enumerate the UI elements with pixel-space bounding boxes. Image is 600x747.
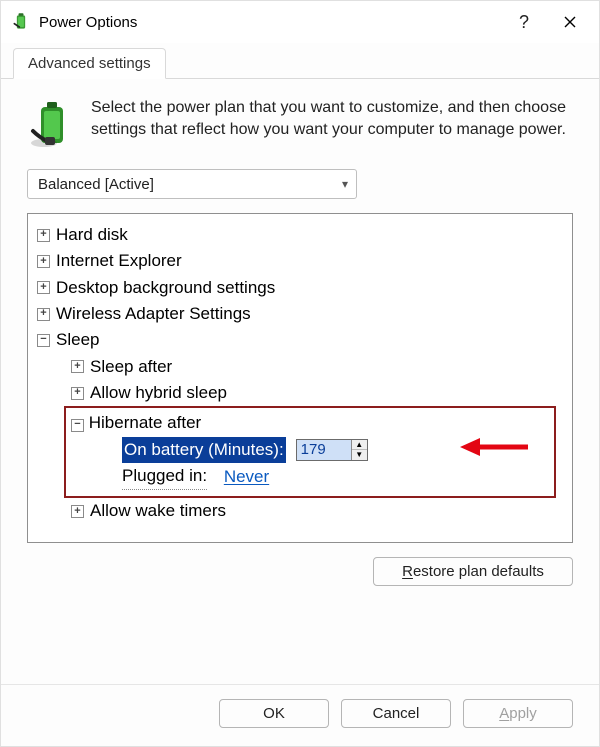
- chevron-down-icon: ▾: [342, 177, 348, 191]
- power-plan-selected: Balanced [Active]: [38, 176, 154, 193]
- expand-icon[interactable]: [37, 308, 50, 321]
- intro-text: Select the power plan that you want to c…: [91, 97, 573, 140]
- hibernate-plugged-in-row[interactable]: Plugged in: Never: [122, 463, 550, 490]
- tree-item-internet-explorer[interactable]: Internet Explorer: [34, 248, 562, 274]
- window-title: Power Options: [39, 14, 501, 31]
- power-options-window: Power Options ? Advanced settings Select…: [0, 0, 600, 747]
- tree-item-sleep[interactable]: Sleep Sleep after Allow hybrid sleep: [34, 327, 562, 524]
- settings-tree[interactable]: Hard disk Internet Explorer Desktop back…: [27, 213, 573, 543]
- collapse-icon[interactable]: [37, 334, 50, 347]
- hibernate-on-battery-row[interactable]: On battery (Minutes): ▲ ▼: [122, 437, 550, 463]
- expand-icon[interactable]: [71, 387, 84, 400]
- tree-label: Allow wake timers: [90, 498, 226, 524]
- tree-item-allow-hybrid-sleep[interactable]: Allow hybrid sleep: [68, 380, 562, 406]
- spin-up-icon[interactable]: ▲: [352, 440, 367, 451]
- spin-buttons[interactable]: ▲ ▼: [351, 440, 367, 460]
- on-battery-label: On battery (Minutes):: [122, 437, 286, 463]
- plugged-in-value[interactable]: Never: [224, 464, 269, 490]
- help-button[interactable]: ?: [501, 4, 547, 40]
- intro-row: Select the power plan that you want to c…: [27, 97, 573, 151]
- expand-icon[interactable]: [71, 360, 84, 373]
- tree-item-allow-wake-timers[interactable]: Allow wake timers: [68, 498, 562, 524]
- expand-icon[interactable]: [37, 229, 50, 242]
- plugged-in-label: Plugged in:: [122, 463, 207, 490]
- apply-button[interactable]: Apply: [463, 699, 573, 728]
- tree-label: Hard disk: [56, 222, 128, 248]
- close-button[interactable]: [547, 4, 593, 40]
- tree-label: Wireless Adapter Settings: [56, 301, 251, 327]
- tree-label: Allow hybrid sleep: [90, 380, 227, 406]
- tab-strip: Advanced settings: [1, 43, 599, 79]
- on-battery-input[interactable]: [297, 440, 351, 460]
- expand-icon[interactable]: [37, 281, 50, 294]
- tree-item-sleep-after[interactable]: Sleep after: [68, 354, 562, 380]
- on-battery-spinbox[interactable]: ▲ ▼: [296, 439, 368, 461]
- restore-row: Restore plan defaults: [27, 557, 573, 586]
- tree-label: Hibernate after: [89, 413, 201, 432]
- tree-label: Desktop background settings: [56, 275, 275, 301]
- tab-advanced-settings[interactable]: Advanced settings: [13, 48, 166, 79]
- expand-icon[interactable]: [37, 255, 50, 268]
- hibernate-highlight: Hibernate after On battery (Minutes):: [64, 406, 556, 498]
- tree-label: Internet Explorer: [56, 248, 182, 274]
- battery-plug-icon: [27, 101, 77, 151]
- titlebar: Power Options ?: [1, 1, 599, 43]
- power-options-icon: [11, 12, 31, 32]
- ok-button[interactable]: OK: [219, 699, 329, 728]
- expand-icon[interactable]: [71, 505, 84, 518]
- power-plan-select[interactable]: Balanced [Active] ▾: [27, 169, 357, 199]
- dialog-body: Select the power plan that you want to c…: [1, 79, 599, 684]
- spin-down-icon[interactable]: ▼: [352, 450, 367, 460]
- tree-item-wireless-adapter[interactable]: Wireless Adapter Settings: [34, 301, 562, 327]
- tree-label: Sleep after: [90, 354, 172, 380]
- tree-item-hibernate-after[interactable]: Hibernate after: [90, 410, 550, 436]
- tree-label: Sleep: [56, 327, 99, 353]
- tree-item-desktop-background[interactable]: Desktop background settings: [34, 275, 562, 301]
- restore-plan-defaults-button[interactable]: Restore plan defaults: [373, 557, 573, 586]
- tree-item-hard-disk[interactable]: Hard disk: [34, 222, 562, 248]
- dialog-buttons: OK Cancel Apply: [1, 684, 599, 746]
- cancel-button[interactable]: Cancel: [341, 699, 451, 728]
- collapse-icon[interactable]: [71, 419, 84, 432]
